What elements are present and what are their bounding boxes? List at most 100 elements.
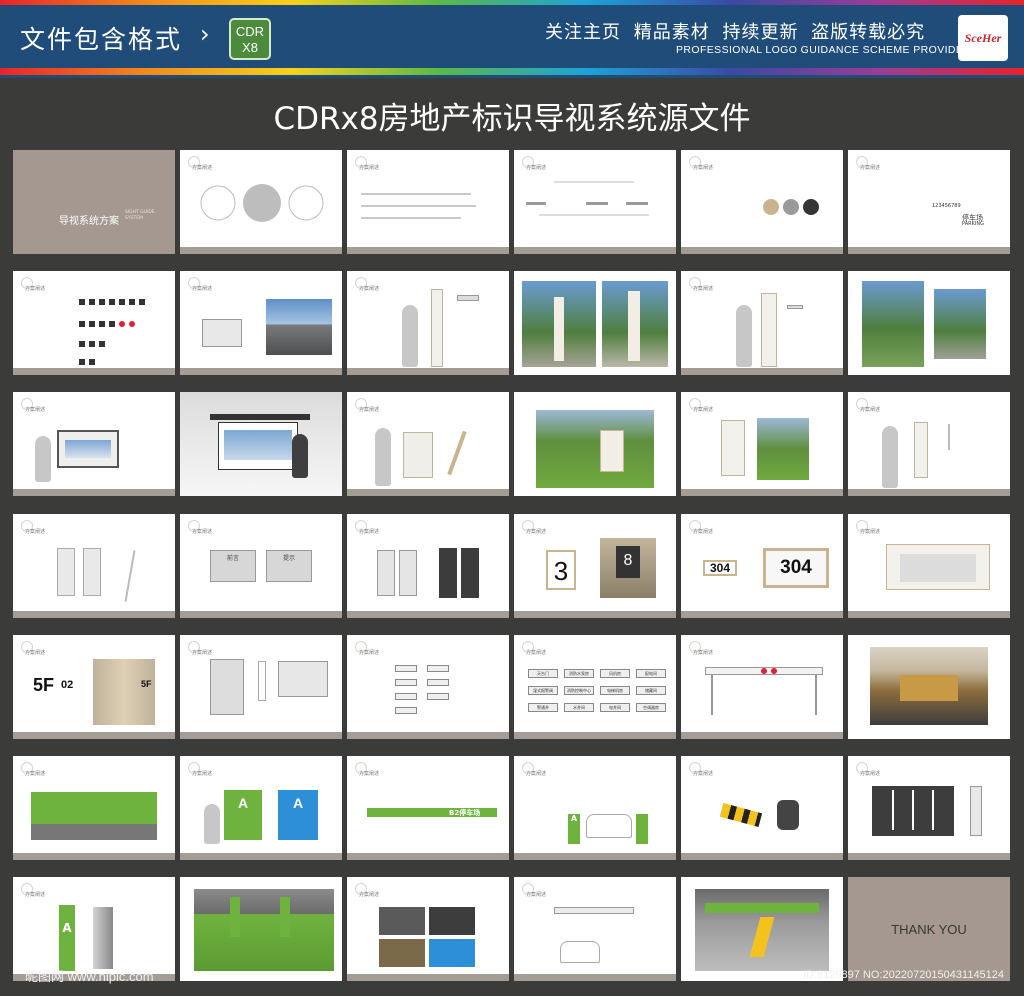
- slide-plaques: 方案阐述 前言 提示: [180, 514, 342, 618]
- wall-sign: [457, 295, 479, 301]
- slide-bar: [514, 247, 676, 254]
- standing-sign: [57, 548, 75, 596]
- slide-bar: [514, 732, 676, 739]
- slide-bar: [180, 247, 342, 254]
- slide-bar: [13, 853, 175, 860]
- section-label: 方案阐述: [860, 165, 881, 171]
- slide-garage-photos: 方案阐述: [347, 877, 509, 981]
- billboard-roof: [210, 414, 310, 420]
- small-sign: [395, 679, 417, 686]
- sign-side: [124, 550, 136, 602]
- slide-trash-bins: 方案阐述: [347, 514, 509, 618]
- car-outline: [586, 814, 632, 838]
- facility-label: 消防水泵房: [564, 669, 594, 678]
- slide-garage-render: [180, 877, 342, 981]
- brand-logo-text: SceHer: [964, 30, 1002, 45]
- slide-billboard: 方案阐述: [13, 392, 175, 496]
- facility-label: 储藏间: [636, 686, 666, 695]
- slide-car-clearance: 方案阐述 A: [514, 756, 676, 860]
- slide-small-signs: 方案阐述: [347, 635, 509, 739]
- slide-bar: [347, 247, 509, 254]
- page-title: CDRx8房地产标识导视系统源文件: [273, 101, 751, 137]
- slide-principles: 方案阐述: [347, 150, 509, 254]
- facility-label: 消防控制中心: [564, 686, 594, 695]
- zone-column-green: A: [224, 790, 262, 840]
- slide-bar: [848, 611, 1010, 618]
- facility-label: 电梯机房: [600, 686, 630, 695]
- watermark: 昵图网 www.nipic.com: [25, 969, 154, 984]
- concept-circles: [200, 184, 324, 222]
- wall-sign-side: [948, 424, 950, 450]
- kiosk: [403, 432, 433, 478]
- garage-photo: [429, 907, 475, 935]
- person-silhouette: [35, 436, 51, 482]
- slide-billboard-render: [180, 392, 342, 496]
- slot-line: [912, 790, 914, 830]
- cover-subtitle: SIGHT GUIDE SYSTEM: [125, 210, 155, 222]
- section-label: 方案阐述: [25, 892, 46, 898]
- section-label: 方案阐述: [860, 407, 881, 413]
- slide-bar: [347, 489, 509, 496]
- thank-you-text: THANK YOU: [891, 922, 967, 937]
- slide-bar: [681, 853, 843, 860]
- person-silhouette: [204, 804, 220, 844]
- facility-label: 天台门: [528, 669, 558, 678]
- slide-bar: [514, 974, 676, 981]
- slide-bar: [681, 611, 843, 618]
- entrance-post: [815, 675, 817, 715]
- section-label: 方案阐述: [693, 529, 714, 535]
- slide-bar: [514, 611, 676, 618]
- bin-outline: [377, 550, 395, 596]
- slide-bar: [13, 489, 175, 496]
- wall-sign-tall: [914, 422, 928, 478]
- slide-standing-sign: 方案阐述: [13, 514, 175, 618]
- section-label: 方案阐述: [25, 529, 46, 535]
- slide-bar: [180, 368, 342, 375]
- bulletin-board: [721, 420, 745, 476]
- slot-post: [970, 786, 982, 836]
- bin-outline: [399, 550, 417, 596]
- slide-info-kiosk: 方案阐述: [347, 392, 509, 496]
- section-label: 方案阐述: [359, 892, 380, 898]
- plaque-1: 前言: [210, 550, 256, 582]
- slide-kiosk-photo: [514, 392, 676, 496]
- slide-cover: 导视系统方案 SIGHT GUIDE SYSTEM: [13, 150, 175, 254]
- section-label: 方案阐述: [526, 650, 547, 656]
- hall-sign-inner: [900, 554, 976, 582]
- hanging-sign: [554, 907, 634, 914]
- entrance-post: [711, 675, 713, 715]
- slide-structure: 方案阐述: [514, 150, 676, 254]
- rainbow-strip-top: [0, 0, 1024, 5]
- slide-bar: [13, 611, 175, 618]
- slide-speed-bump: 方案阐述: [681, 756, 843, 860]
- small-sign: [427, 665, 449, 672]
- image-id: ID:8129897 NO:20220720150431145124: [803, 969, 1005, 981]
- slide-bar: [347, 368, 509, 375]
- section-label: 方案阐述: [860, 529, 881, 535]
- slide-icons: 方案阐述: [13, 271, 175, 375]
- plaque-2: 提示: [266, 550, 312, 582]
- flow-diagram: [526, 181, 649, 216]
- section-label: 方案阐述: [693, 407, 714, 413]
- slide-bar: [13, 368, 175, 375]
- slide-bar: [180, 611, 342, 618]
- plaque-1-title: 前言: [226, 555, 239, 562]
- slide-notice: 方案阐述: [180, 635, 342, 739]
- slide-garage-perspective: [681, 877, 843, 981]
- banner-left-title: 文件包含格式: [20, 25, 183, 54]
- section-label: 方案阐述: [359, 529, 380, 535]
- parking-floor: [31, 824, 157, 840]
- slide-concept: 方案阐述: [180, 150, 342, 254]
- billboard-image: [224, 430, 292, 460]
- notice-board: [210, 659, 244, 715]
- slide-colors: 方案阐述: [681, 150, 843, 254]
- kiosk-photo: [536, 410, 654, 488]
- section-label: 方案阐述: [192, 771, 213, 777]
- slide-bar: [514, 853, 676, 860]
- slide-hall-sign: 方案阐述: [848, 514, 1010, 618]
- room-number-render: 304: [763, 548, 829, 588]
- facility-label: 配电间: [636, 669, 666, 678]
- garage-pillar: [230, 897, 240, 937]
- no-entry-icon: [761, 668, 767, 674]
- chevron-right-icon: ›: [200, 20, 210, 48]
